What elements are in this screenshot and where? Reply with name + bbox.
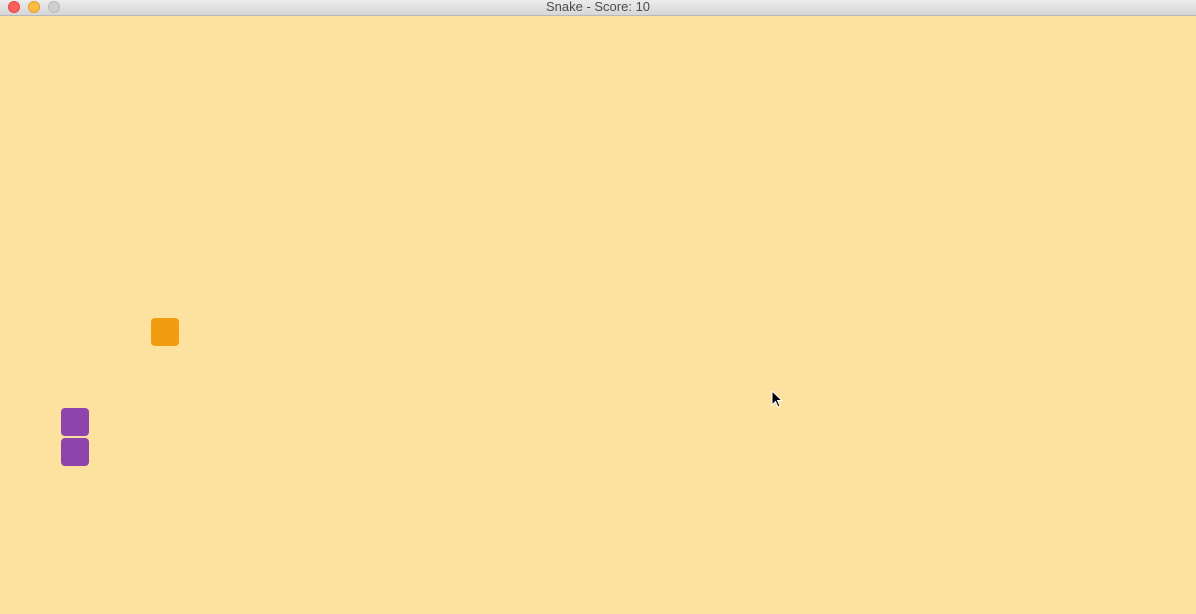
food-item bbox=[151, 318, 179, 346]
snake-segment-head bbox=[61, 408, 89, 436]
game-window: Snake - Score: 10 bbox=[0, 0, 1196, 614]
snake-segment-tail bbox=[61, 438, 89, 466]
game-board[interactable] bbox=[0, 16, 1196, 614]
window-title: Snake - Score: 10 bbox=[545, 0, 651, 14]
title-bar[interactable]: Snake - Score: 10 bbox=[0, 0, 1196, 16]
mouse-pointer-icon bbox=[771, 390, 783, 408]
